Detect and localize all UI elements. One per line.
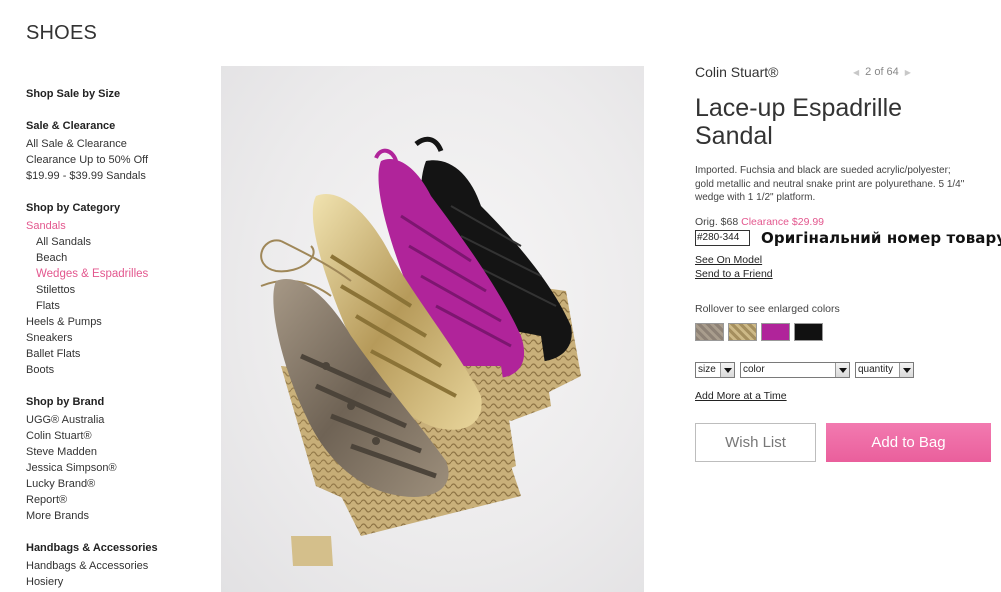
size-select-value: size bbox=[698, 364, 716, 375]
swatch-fuchsia[interactable] bbox=[761, 323, 790, 341]
rollover-hint: Rollover to see enlarged colors bbox=[695, 303, 840, 315]
sidebar-group-brand: Shop by Brand UGG® Australia Colin Stuar… bbox=[26, 394, 216, 524]
chevron-down-icon bbox=[835, 363, 849, 377]
next-arrow-icon[interactable]: ▶ bbox=[905, 68, 911, 77]
clearance-price: Clearance $29.99 bbox=[741, 216, 825, 228]
sidebar-item-stilettos[interactable]: Stilettos bbox=[26, 282, 216, 298]
quantity-select[interactable]: quantity bbox=[855, 362, 914, 378]
sidebar-group-category: Shop by Category Sandals All Sandals Bea… bbox=[26, 200, 216, 378]
prev-arrow-icon[interactable]: ◀ bbox=[853, 68, 859, 77]
price-line: Orig. $68 Clearance $29.99 bbox=[695, 216, 824, 228]
wish-list-button[interactable]: Wish List bbox=[695, 423, 816, 462]
product-image[interactable] bbox=[221, 66, 644, 592]
send-to-friend-link[interactable]: Send to a Friend bbox=[695, 268, 773, 280]
product-pager: ◀ 2 of 64 ▶ bbox=[853, 66, 911, 78]
color-select-value: color bbox=[743, 364, 765, 375]
item-number-note: Оригінальний номер товару bbox=[761, 229, 1001, 247]
swatch-snake-print[interactable] bbox=[695, 323, 724, 341]
sidebar-item-handbags[interactable]: Handbags & Accessories bbox=[26, 558, 216, 574]
sidebar-item-report[interactable]: Report® bbox=[26, 492, 216, 508]
sidebar-item-heels[interactable]: Heels & Pumps bbox=[26, 314, 216, 330]
sidebar-heading-sale[interactable]: Sale & Clearance bbox=[26, 118, 216, 134]
color-swatches bbox=[695, 323, 823, 341]
option-selects: size color quantity bbox=[695, 362, 914, 378]
sidebar-item-flats[interactable]: Flats bbox=[26, 298, 216, 314]
sidebar-item-ballet-flats[interactable]: Ballet Flats bbox=[26, 346, 216, 362]
sidebar-heading-category: Shop by Category bbox=[26, 202, 121, 214]
sidebar-group-sale-by-size: Shop Sale by Size bbox=[26, 86, 216, 102]
pager-text: 2 of 64 bbox=[865, 66, 899, 78]
sidebar-item-colin-stuart[interactable]: Colin Stuart® bbox=[26, 428, 216, 444]
size-select[interactable]: size bbox=[695, 362, 735, 378]
sidebar-item-lucky-brand[interactable]: Lucky Brand® bbox=[26, 476, 216, 492]
product-description: Imported. Fuchsia and black are sueded a… bbox=[695, 165, 965, 203]
sidebar-item-all-sale[interactable]: All Sale & Clearance bbox=[26, 136, 216, 152]
sidebar-heading-sale-by-size[interactable]: Shop Sale by Size bbox=[26, 86, 216, 102]
sandals-illustration bbox=[260, 136, 581, 566]
sidebar-item-sneakers[interactable]: Sneakers bbox=[26, 330, 216, 346]
chevron-down-icon bbox=[899, 363, 913, 377]
sidebar-group-sale: Sale & Clearance All Sale & Clearance Cl… bbox=[26, 118, 216, 184]
sidebar-item-sandals[interactable]: Sandals bbox=[26, 218, 216, 234]
sidebar-item-wedges[interactable]: Wedges & Espadrilles bbox=[26, 266, 216, 282]
sidebar-item-beach[interactable]: Beach bbox=[26, 250, 216, 266]
product-brand[interactable]: Colin Stuart® bbox=[695, 64, 778, 80]
swatch-gold[interactable] bbox=[728, 323, 757, 341]
sidebar-item-all-sandals[interactable]: All Sandals bbox=[26, 234, 216, 250]
sidebar-item-more-brands[interactable]: More Brands bbox=[26, 508, 216, 524]
sidebar-item-ugg[interactable]: UGG® Australia bbox=[26, 412, 216, 428]
product-name: Lace-up Espadrille Sandal bbox=[695, 94, 903, 150]
sidebar-item-hosiery[interactable]: Hosiery bbox=[26, 574, 216, 590]
quantity-select-value: quantity bbox=[858, 364, 894, 375]
add-to-bag-button[interactable]: Add to Bag bbox=[826, 423, 991, 462]
sidebar-item-jessica-simpson[interactable]: Jessica Simpson® bbox=[26, 460, 216, 476]
original-price: Orig. $68 bbox=[695, 216, 739, 228]
chevron-down-icon bbox=[720, 363, 734, 377]
sidebar-item-boots[interactable]: Boots bbox=[26, 362, 216, 378]
sidebar-item-sale-sandals[interactable]: $19.99 - $39.99 Sandals bbox=[26, 168, 216, 184]
color-select[interactable]: color bbox=[740, 362, 850, 378]
item-number-field[interactable]: #280-344 bbox=[695, 230, 750, 246]
swatch-black[interactable] bbox=[794, 323, 823, 341]
sidebar-group-handbags: Handbags & Accessories Handbags & Access… bbox=[26, 540, 216, 590]
sidebar-nav: Shop Sale by Size Sale & Clearance All S… bbox=[26, 86, 216, 592]
add-more-link[interactable]: Add More at a Time bbox=[695, 390, 787, 402]
sidebar-heading-brand: Shop by Brand bbox=[26, 396, 105, 408]
sidebar-heading-handbags: Handbags & Accessories bbox=[26, 542, 158, 554]
page-title: SHOES bbox=[26, 22, 98, 44]
sidebar-item-steve-madden[interactable]: Steve Madden bbox=[26, 444, 216, 460]
see-on-model-link[interactable]: See On Model bbox=[695, 254, 762, 266]
sidebar-item-clearance[interactable]: Clearance Up to 50% Off bbox=[26, 152, 216, 168]
